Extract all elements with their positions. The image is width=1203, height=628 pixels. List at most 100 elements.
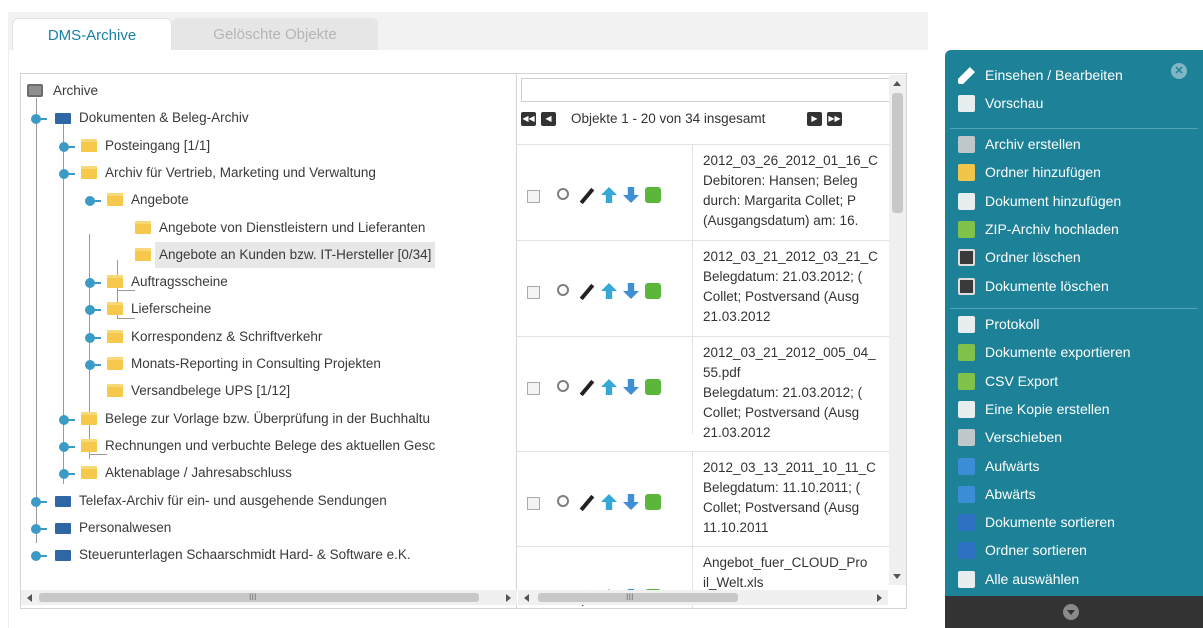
scroll-left-arrow-icon[interactable] <box>524 594 529 602</box>
move-down-icon[interactable] <box>623 379 639 395</box>
expand-toggle-icon[interactable] <box>85 196 101 207</box>
row-checkbox[interactable] <box>527 497 540 510</box>
export-icon[interactable] <box>645 379 661 395</box>
tree-horizontal-scrollbar[interactable]: III <box>21 590 517 605</box>
edit-pen-icon[interactable] <box>579 283 595 301</box>
expand-toggle-icon[interactable] <box>31 523 47 534</box>
row-checkbox[interactable] <box>527 286 540 299</box>
action-panel-footer <box>945 596 1203 628</box>
move-up-icon[interactable] <box>601 283 617 299</box>
export-icon[interactable] <box>645 494 661 510</box>
tree-node-label: Posteingang [1/1] <box>105 137 211 153</box>
tree-node[interactable]: Korrespondenz & Schriftverkehr <box>21 324 516 350</box>
expand-toggle-icon[interactable] <box>59 414 75 425</box>
tree-node[interactable]: Versandbelege UPS [1/12] <box>21 378 516 404</box>
list-filter-input[interactable] <box>521 78 903 102</box>
arrow-down-icon <box>958 485 975 503</box>
scroll-thumb[interactable] <box>538 593 738 602</box>
pager-text: Objekte 1 - 20 von 34 insgesamt <box>571 111 766 126</box>
document-row[interactable]: 2012_03_21_2012_03_21_C Belegdatum: 21.03… <box>517 240 889 338</box>
move-down-icon[interactable] <box>623 494 639 510</box>
document-description: Angebot_fuer_CLOUD_Pro il_Welt.xls <box>703 553 889 593</box>
tree-node[interactable]: Angebote von Dienstleistern und Lieferan… <box>21 215 516 241</box>
tree-node[interactable]: Angebote an Kunden bzw. IT-Hersteller [0… <box>21 241 516 268</box>
tree-node[interactable]: Rechnungen und verbuchte Belege des aktu… <box>21 433 516 459</box>
folder-tree[interactable]: Archive Dokumenten & Beleg-Archiv Posteing… <box>20 73 517 609</box>
expand-toggle-icon[interactable] <box>85 360 101 370</box>
list-horizontal-scrollbar[interactable]: III <box>518 590 888 605</box>
tree-node[interactable]: Dokumenten & Beleg-Archiv <box>21 105 516 131</box>
tree-node[interactable]: Posteingang [1/1] <box>21 133 516 159</box>
expand-toggle-icon[interactable] <box>59 469 75 480</box>
document-text-line: 2012_03_21_2012_005_04_ <box>703 345 876 360</box>
edit-pen-icon[interactable] <box>579 187 595 205</box>
move-down-icon[interactable] <box>623 283 639 299</box>
tree-node[interactable]: Steuerunterlagen Schaarschmidt Hard- & S… <box>21 542 516 568</box>
expand-toggle-icon[interactable] <box>59 141 75 152</box>
scroll-left-arrow-icon[interactable] <box>27 594 32 602</box>
edit-pen-icon[interactable] <box>579 494 595 512</box>
tree-node-label: Rechnungen und verbuchte Belege des aktu… <box>105 437 436 453</box>
scroll-down-arrow-icon[interactable] <box>893 574 901 579</box>
list-vertical-scrollbar[interactable] <box>889 75 906 585</box>
preview-icon[interactable] <box>557 284 569 296</box>
document-text-line: Collet; Postversand (Ausg <box>703 500 860 515</box>
folder-blue-icon <box>55 522 71 534</box>
tree-node-label: Telefax-Archiv für ein- und ausgehende S… <box>79 492 387 508</box>
tab-dms-archive[interactable]: DMS-Archive <box>12 18 172 50</box>
action-label: Einsehen / Bearbeiten <box>985 67 1123 83</box>
action-label: Dokument hinzufügen <box>985 192 1122 209</box>
move-up-icon[interactable] <box>601 379 617 395</box>
log-icon <box>958 316 975 333</box>
tab-deleted-objects[interactable]: Gelöschte Objekte <box>172 18 378 50</box>
scroll-up-arrow-icon[interactable] <box>893 81 901 86</box>
expand-toggle-icon[interactable] <box>31 114 47 125</box>
folder-icon <box>135 247 151 261</box>
document-row[interactable]: 2012_03_13_2011_10_11_C Belegdatum: 11.10… <box>517 451 889 549</box>
expand-toggle-icon[interactable] <box>59 441 75 452</box>
tree-root-archive[interactable]: Archive <box>21 78 511 104</box>
expand-toggle-icon[interactable] <box>85 278 101 289</box>
tree-node[interactable]: Angebote <box>21 187 516 213</box>
tree-node[interactable]: Auftragsscheine <box>21 269 516 295</box>
scroll-right-arrow-icon[interactable] <box>506 594 511 602</box>
next-page-button[interactable]: ▶ <box>807 112 822 126</box>
edit-pen-icon[interactable] <box>579 379 595 397</box>
expand-toggle-icon[interactable] <box>85 332 101 343</box>
document-row[interactable]: 2012_03_26_2012_01_16_C Debitoren: Hansen… <box>517 144 889 242</box>
expand-toggle-icon[interactable] <box>31 551 47 562</box>
preview-icon[interactable] <box>557 495 569 507</box>
preview-icon[interactable] <box>557 188 569 200</box>
archive-add-icon <box>958 136 975 153</box>
tree-node[interactable]: Belege zur Vorlage bzw. Überprüfung in d… <box>21 406 516 432</box>
row-checkbox[interactable] <box>527 382 540 395</box>
move-down-icon[interactable] <box>623 187 639 203</box>
first-page-button[interactable]: ◀◀ <box>521 112 536 126</box>
tree-node[interactable]: Personalwesen <box>21 515 516 541</box>
row-checkbox[interactable] <box>527 190 540 203</box>
tree-node[interactable]: Lieferscheine <box>21 296 516 322</box>
folder-icon <box>107 357 123 370</box>
tree-node[interactable]: Telefax-Archiv für ein- und ausgehende S… <box>21 488 516 514</box>
scroll-right-arrow-icon[interactable] <box>877 594 882 602</box>
tree-node[interactable]: Archiv für Vertrieb, Marketing und Verwa… <box>21 160 516 186</box>
move-up-icon[interactable] <box>601 187 617 203</box>
last-page-button[interactable]: ▶▶ <box>827 112 842 126</box>
scroll-thumb[interactable] <box>39 593 479 602</box>
expand-toggle-icon[interactable] <box>59 168 75 179</box>
scroll-thumb[interactable] <box>892 93 903 213</box>
tree-node[interactable]: Monats-Reporting in Consulting Projekten <box>21 351 516 377</box>
chevron-down-icon[interactable] <box>1063 604 1079 620</box>
preview-icon[interactable] <box>557 380 569 392</box>
tree-node[interactable]: Aktenablage / Jahresabschluss <box>21 460 516 486</box>
action-group-divider <box>950 128 1198 129</box>
prev-page-button[interactable]: ◀ <box>541 112 556 126</box>
close-icon[interactable]: ✕ <box>1171 63 1187 79</box>
expand-toggle-icon[interactable] <box>31 496 47 507</box>
document-row[interactable]: 2012_03_21_2012_005_04_ 55.pdf Belegdatum:… <box>517 336 889 440</box>
move-up-icon[interactable] <box>601 494 617 510</box>
export-icon[interactable] <box>645 187 661 203</box>
expand-toggle-icon[interactable] <box>85 305 101 316</box>
export-icon[interactable] <box>645 283 661 299</box>
document-text-line: (Ausgangsdatum) am: 16. <box>703 213 859 228</box>
